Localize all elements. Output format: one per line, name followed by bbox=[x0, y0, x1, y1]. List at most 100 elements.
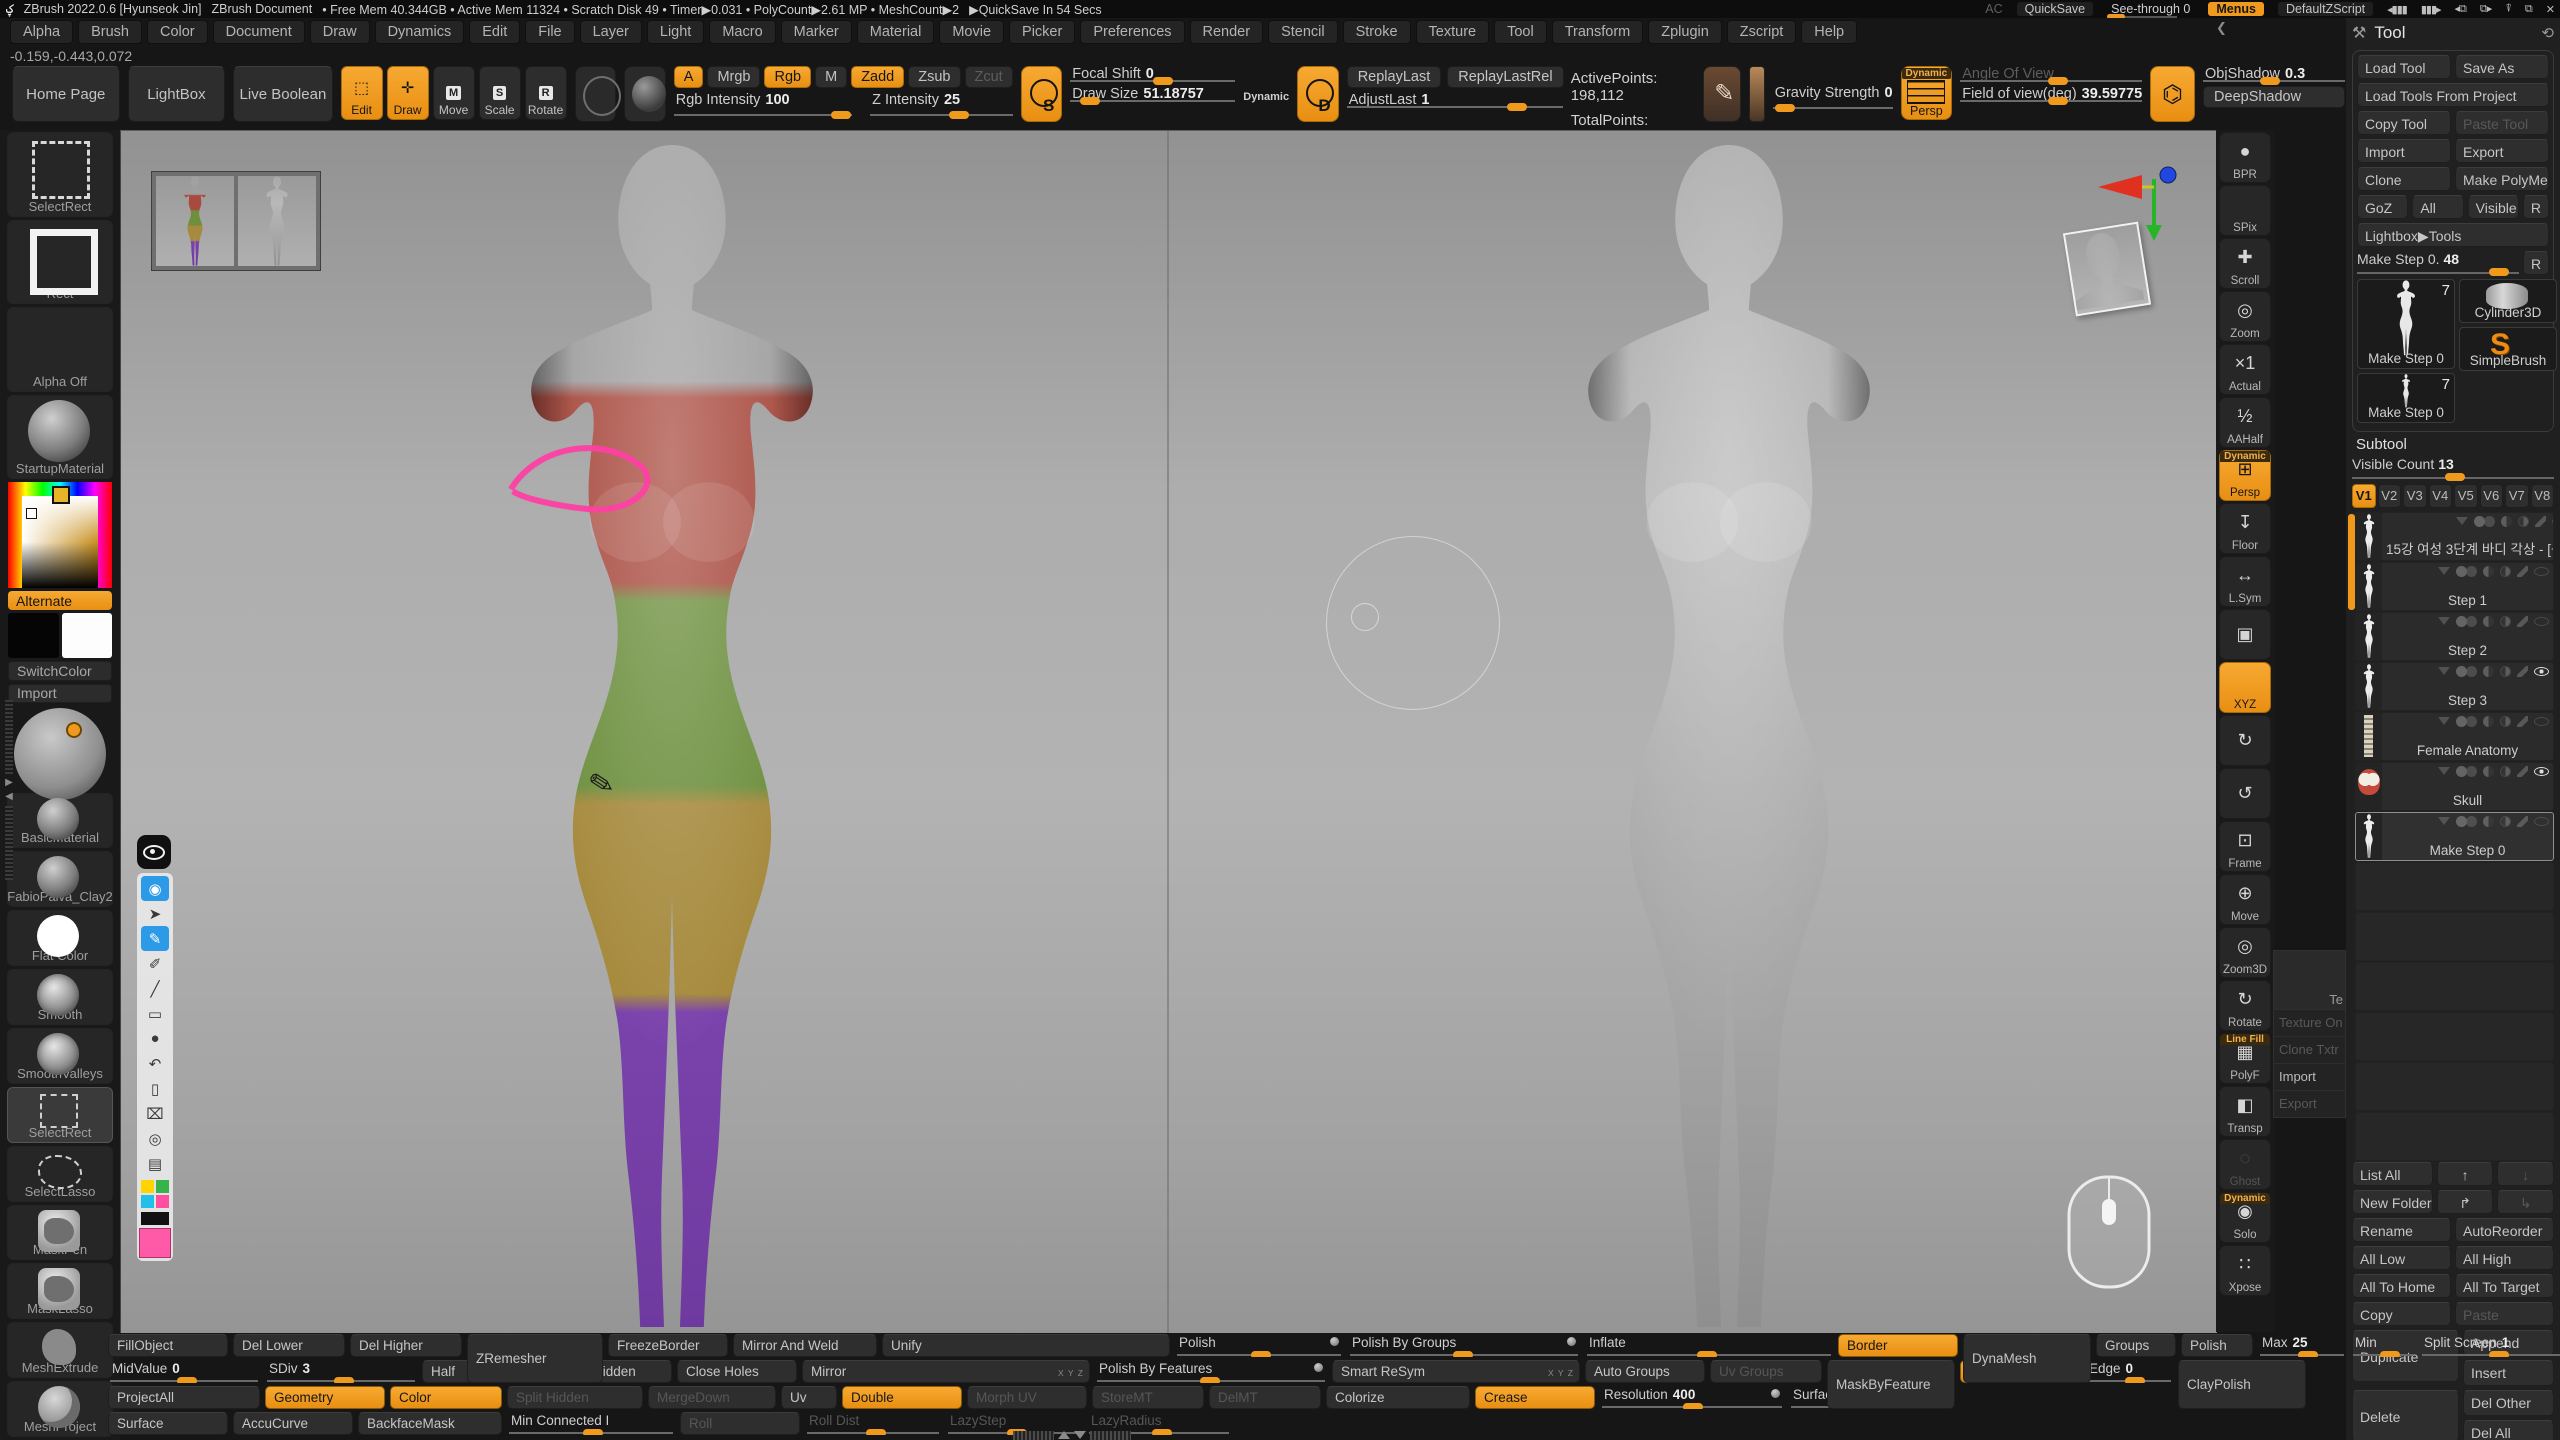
paint-mode-button[interactable]: A bbox=[674, 66, 704, 88]
annotation-tool-icon[interactable]: ➤ bbox=[141, 901, 169, 926]
tool-button[interactable]: Visible bbox=[2468, 195, 2519, 219]
menu-item[interactable]: Render bbox=[1190, 20, 1264, 44]
tool-button[interactable]: GoZ bbox=[2357, 195, 2408, 219]
right-shelf-button[interactable]: ↺ bbox=[2219, 768, 2271, 819]
panel-divider-toggle-icon[interactable]: ❮ bbox=[2216, 20, 2227, 36]
color-yellow[interactable] bbox=[141, 1180, 154, 1193]
tray-control[interactable]: Split Screen1 bbox=[2420, 1334, 2560, 1357]
annotation-tool-icon[interactable]: ✎ bbox=[141, 926, 169, 951]
mode-button[interactable]: ⬚ Edit bbox=[341, 66, 383, 120]
right-shelf-button[interactable]: ● BPR bbox=[2219, 132, 2271, 183]
tray-control[interactable]: Color bbox=[390, 1386, 502, 1409]
menu-item[interactable]: Transform bbox=[1552, 20, 1644, 44]
perspective-button[interactable]: Dynamic Persp bbox=[1901, 66, 1953, 120]
make-step-reset-button[interactable]: R bbox=[2523, 251, 2549, 275]
draw-size-slider[interactable]: Draw Size51.18757 bbox=[1070, 86, 1235, 102]
menu-item[interactable]: Movie bbox=[939, 20, 1004, 44]
color-magenta[interactable] bbox=[156, 1195, 169, 1208]
delete-button[interactable]: Delete bbox=[2352, 1390, 2459, 1440]
move-in-button[interactable]: ↳ bbox=[2497, 1190, 2554, 1214]
annotation-tool-icon[interactable]: ↶ bbox=[141, 1051, 169, 1076]
right-shelf-button[interactable]: ↻ bbox=[2219, 715, 2271, 766]
tray-control[interactable]: Del Lower bbox=[233, 1334, 345, 1357]
tray-control[interactable]: Roll bbox=[680, 1412, 800, 1435]
tray-scrollbar[interactable] bbox=[1013, 1430, 1131, 1440]
annotation-eye-button[interactable] bbox=[137, 835, 171, 869]
texture-panel-button[interactable]: Import bbox=[2274, 1063, 2345, 1090]
move-out-button[interactable]: ↱ bbox=[2437, 1190, 2494, 1214]
menu-item[interactable]: Brush bbox=[78, 20, 142, 44]
alpha-preview-icon[interactable] bbox=[624, 66, 666, 122]
shelf-collapse-left-icon[interactable]: ◂▮▮▮ bbox=[2387, 3, 2407, 16]
cascade-right-icon[interactable]: ⧉▸ bbox=[2480, 2, 2491, 16]
mode-button[interactable]: R Rotate bbox=[525, 66, 567, 120]
paint-mode-button[interactable]: Zcut bbox=[965, 66, 1013, 88]
recent-tool-thumbnail[interactable]: 7 Make Step 0 bbox=[2357, 373, 2455, 423]
shelf-item[interactable]: MaskLasso bbox=[7, 1263, 113, 1319]
quicksave-button[interactable]: QuickSave bbox=[2017, 2, 2093, 16]
tray-control[interactable]: ProjectAll bbox=[108, 1386, 260, 1409]
shelf-item[interactable]: MeshExtrude bbox=[7, 1322, 113, 1378]
tray-control[interactable]: Del Higher bbox=[350, 1334, 462, 1357]
tray-control[interactable]: Resolution400 bbox=[1600, 1386, 1784, 1409]
tool-button[interactable]: Export bbox=[2455, 139, 2549, 163]
color-cyan[interactable] bbox=[141, 1195, 154, 1208]
scroll-up-icon[interactable] bbox=[1058, 1431, 1070, 1439]
right-shelf-button[interactable]: ✚ Scroll bbox=[2219, 238, 2271, 289]
panel-resize-handle[interactable]: ▶ ◀ bbox=[2, 700, 16, 880]
tray-control[interactable]: ClayPolish bbox=[2178, 1360, 2306, 1409]
right-shelf-button[interactable]: ⊡ Frame bbox=[2219, 821, 2271, 872]
menu-item[interactable]: Color bbox=[147, 20, 208, 44]
paint-mode-button[interactable]: M bbox=[815, 66, 847, 88]
sculpt-model-gray[interactable] bbox=[1529, 139, 1929, 1333]
tool-button[interactable]: Save As bbox=[2455, 55, 2549, 79]
right-shelf-button[interactable]: ▣ bbox=[2219, 609, 2271, 660]
tray-control[interactable]: Edge0 bbox=[2085, 1360, 2173, 1383]
subtool-action-button[interactable]: Rename bbox=[2352, 1218, 2451, 1242]
annotation-tool-icon[interactable]: ▤ bbox=[141, 1151, 169, 1176]
tray-control[interactable]: Surface bbox=[108, 1412, 228, 1435]
field-of-view-slider[interactable]: Field of view(deg)39.59775 bbox=[1960, 86, 2142, 102]
tray-control[interactable]: Mirror bbox=[802, 1360, 1090, 1383]
tray-control[interactable]: Polish bbox=[1175, 1334, 1343, 1357]
menu-item[interactable]: Picker bbox=[1009, 20, 1075, 44]
tray-control[interactable]: Geometry bbox=[265, 1386, 385, 1409]
color-picker[interactable] bbox=[8, 482, 112, 588]
subtool-action-button[interactable]: Paste bbox=[2455, 1302, 2554, 1326]
subtool-action-button[interactable]: All To Home bbox=[2352, 1274, 2451, 1298]
right-shelf-button[interactable]: Dynamic ⊞ Persp bbox=[2219, 450, 2271, 501]
tray-control[interactable]: Auto Groups bbox=[1585, 1360, 1705, 1383]
draw-size-icon[interactable]: S bbox=[1021, 66, 1063, 122]
texture-panel-button[interactable]: Export bbox=[2274, 1090, 2345, 1117]
tool-button[interactable]: Load Tools From Project bbox=[2357, 83, 2549, 107]
subtool-scroll-rail[interactable] bbox=[2348, 514, 2355, 610]
current-material-preview[interactable] bbox=[8, 706, 112, 789]
hue-cursor[interactable] bbox=[52, 486, 70, 504]
menu-item[interactable]: Layer bbox=[580, 20, 642, 44]
tray-control[interactable]: Polish bbox=[2181, 1334, 2253, 1357]
move-up-button[interactable]: ↑ bbox=[2437, 1162, 2494, 1186]
menu-item[interactable]: Zscript bbox=[1727, 20, 1797, 44]
shelf-collapse-right-icon[interactable]: ▮▮▮▸ bbox=[2421, 3, 2441, 16]
right-shelf-button[interactable]: Line Fill ▦ PolyF bbox=[2219, 1033, 2271, 1084]
shelf-item[interactable]: Flat Color bbox=[7, 910, 113, 966]
menu-item[interactable]: File bbox=[525, 20, 574, 44]
subtool-action-button[interactable]: Copy bbox=[2352, 1302, 2451, 1326]
annotation-tool-icon[interactable]: ◎ bbox=[141, 1126, 169, 1151]
mode-button[interactable]: M Move bbox=[433, 66, 475, 120]
gravity-strength-slider[interactable]: Gravity Strength0 bbox=[1773, 85, 1893, 109]
menu-item[interactable]: Zplugin bbox=[1648, 20, 1722, 44]
tray-control[interactable]: ZRemesher bbox=[467, 1334, 603, 1383]
shelf-item[interactable]: Alpha Off bbox=[7, 307, 113, 392]
tray-control[interactable]: StoreMT bbox=[1092, 1386, 1204, 1409]
main-color-swatch[interactable] bbox=[8, 613, 59, 658]
menu-item[interactable]: Tool bbox=[1494, 20, 1547, 44]
visibility-tab[interactable]: V3 bbox=[2403, 484, 2427, 508]
obj-shadow-slider[interactable]: ObjShadow0.3 bbox=[2203, 66, 2345, 82]
tray-control[interactable]: Morph UV bbox=[967, 1386, 1087, 1409]
focal-shift-slider[interactable]: Focal Shift0 bbox=[1070, 66, 1235, 82]
tray-control[interactable]: Min Connected I bbox=[507, 1412, 675, 1435]
subtool-action-button[interactable]: All To Target bbox=[2455, 1274, 2554, 1298]
menu-item[interactable]: Draw bbox=[310, 20, 370, 44]
sculpt-model-polypaint[interactable] bbox=[467, 139, 877, 1333]
